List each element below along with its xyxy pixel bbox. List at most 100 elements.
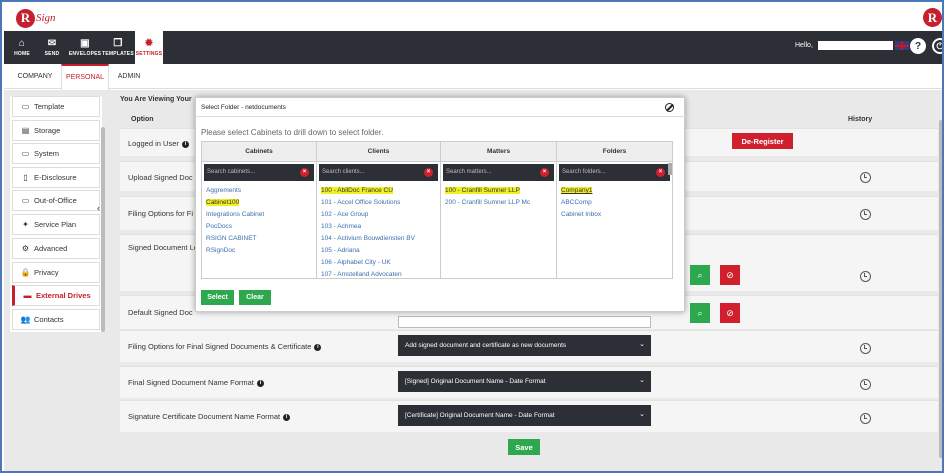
list-item-label: 107 - Amstelland Advocaten (321, 271, 402, 278)
nav-templates-label: TEMPLATES (102, 51, 134, 57)
list-item[interactable]: 104 - Activium Bouwdiensten BV (321, 233, 440, 245)
rsign-logo-right: R (923, 8, 942, 27)
history-icon[interactable] (860, 209, 871, 220)
modal-scrollbar[interactable] (668, 163, 672, 175)
list-item[interactable]: PocDocs (206, 221, 316, 233)
nav-home[interactable]: ⌂ HOME (10, 31, 34, 64)
de-register-button[interactable]: De-Register (732, 133, 793, 149)
filing-final-label: Filing Options for Final Signed Document… (128, 342, 312, 351)
info-icon[interactable]: i (256, 379, 264, 387)
column-search-input[interactable]: Search cabinets... × (204, 164, 314, 181)
calendar-icon: ▭ (21, 196, 30, 205)
sidebar-item-external-drives[interactable]: ▬ External Drives (12, 285, 100, 306)
list-item[interactable]: 200 - Cranfill Sumner LLP Mc (445, 197, 556, 209)
clear-search-icon[interactable]: × (540, 168, 549, 177)
history-icon[interactable] (860, 413, 871, 424)
sidebar-item-advanced[interactable]: ⚙ Advanced (12, 238, 100, 259)
tab-company[interactable]: COMPANY (12, 64, 58, 89)
history-icon[interactable] (860, 379, 871, 390)
list-item[interactable]: Cabinet100 (206, 197, 316, 209)
list-item[interactable]: Cabinet Inbox (561, 209, 672, 221)
list-item[interactable]: 105 - Adriana (321, 245, 440, 257)
list-item-label: 100 - AbilDoc France CU (321, 187, 393, 194)
history-icon[interactable] (860, 343, 871, 354)
clear-search-icon[interactable]: × (300, 168, 309, 177)
list-item[interactable]: 101 - Accel Office Solutions (321, 197, 440, 209)
search-placeholder: Search matters... (446, 169, 492, 175)
modal-divider (196, 116, 686, 117)
sidebar-item-privacy[interactable]: 🔒 Privacy (12, 262, 100, 283)
item-list: 100 - Cranfill Sumner LLP 200 - Cranfill … (441, 181, 556, 209)
document-icon: ▯ (23, 173, 28, 182)
clear-button[interactable]: Clear (239, 290, 271, 305)
list-item[interactable]: 107 - Amstelland Advocaten (321, 269, 440, 278)
collapse-sidebar-icon[interactable]: ‹ (97, 203, 100, 213)
search-placeholder: Search folders... (562, 169, 606, 175)
info-icon[interactable]: i (314, 343, 322, 351)
sidebar-item-label: Template (34, 102, 65, 111)
filing-final-select[interactable]: Add signed document and certificate as n… (398, 335, 651, 356)
row-cert-name: Signature Certificate Document Name Form… (120, 400, 938, 432)
select-folder-modal: Select Folder - netdocuments Please sele… (195, 97, 686, 312)
sidebar-scrollbar[interactable] (101, 127, 105, 332)
history-icon[interactable] (860, 172, 871, 183)
cert-name-select[interactable]: [Certificate] Original Document Name - D… (398, 405, 651, 426)
row-filing-final: Filing Options for Final Signed Document… (120, 330, 938, 362)
logged-in-label: Logged in User (128, 139, 179, 148)
sidebar-item-service-plan[interactable]: ✦ Service Plan (12, 214, 100, 235)
list-item[interactable]: Company1 (561, 185, 672, 197)
clear-search-icon[interactable]: × (424, 168, 433, 177)
main-scrollbar[interactable] (939, 120, 942, 458)
select-button[interactable]: Select (201, 290, 234, 305)
clear-search-icon[interactable]: × (656, 168, 665, 177)
power-icon[interactable]: ⏻ (932, 38, 942, 54)
nav-send[interactable]: ✉ SEND (40, 31, 64, 64)
clear-icon[interactable]: ⊘ (720, 265, 740, 285)
list-item[interactable]: 100 - Cranfill Sumner LLP (445, 185, 556, 197)
list-item[interactable]: 100 - AbilDoc France CU (321, 185, 440, 197)
nav-settings[interactable]: ✹ SETTINGS (135, 31, 163, 64)
list-item[interactable]: ABCComp (561, 197, 672, 209)
list-item-label: Integrations Cabinet (206, 211, 265, 218)
search-icon[interactable]: ⌕ (690, 265, 710, 285)
sidebar-item-storage[interactable]: ▤ Storage (12, 120, 100, 141)
close-icon[interactable] (665, 103, 674, 112)
col-option-header: Option (131, 116, 154, 123)
save-button[interactable]: Save (508, 439, 540, 455)
settings-tabs: COMPANY PERSONAL ADMIN (4, 64, 942, 90)
column-search-input[interactable]: Search matters... × (443, 164, 554, 181)
column-search-input[interactable]: Search folders... × (559, 164, 670, 181)
uk-flag-icon[interactable] (895, 41, 909, 50)
list-item[interactable]: 103 - Achmea (321, 221, 440, 233)
history-icon[interactable] (860, 271, 871, 282)
tab-personal[interactable]: PERSONAL (61, 64, 109, 90)
sidebar-item-contacts[interactable]: 👥 Contacts (12, 309, 100, 330)
templates-icon: ❐ (113, 38, 123, 49)
final-name-value: [Signed] Original Document Name - Date F… (405, 378, 546, 385)
list-item[interactable]: 102 - Ace Group (321, 209, 440, 221)
column-search-input[interactable]: Search clients... × (319, 164, 438, 181)
folder-path-input[interactable] (398, 316, 651, 328)
info-icon[interactable]: i (181, 140, 189, 148)
list-item[interactable]: RSignDoc (206, 245, 316, 257)
nav-templates[interactable]: ❐ TEMPLATES (102, 31, 134, 64)
sidebar-item-template[interactable]: ▭ Template (12, 96, 100, 117)
list-item[interactable]: 106 - Alphabet City - UK (321, 257, 440, 269)
help-icon[interactable]: ? (910, 38, 926, 54)
tab-admin[interactable]: ADMIN (111, 64, 147, 89)
info-icon[interactable]: i (283, 413, 291, 421)
clear-icon[interactable]: ⊘ (720, 303, 740, 323)
final-name-select[interactable]: [Signed] Original Document Name - Date F… (398, 371, 651, 392)
search-icon[interactable]: ⌕ (690, 303, 710, 323)
sidebar-item-system[interactable]: ▭ System (12, 143, 100, 164)
nav-envelopes[interactable]: ▣ ENVELOPES (68, 31, 102, 64)
drive-icon: ▬ (23, 291, 32, 300)
list-item[interactable]: RSIGN CABINET (206, 233, 316, 245)
sidebar-item-out-of-office[interactable]: ▭ Out-of-Office (12, 190, 100, 211)
list-item-label: 200 - Cranfill Sumner LLP Mc (445, 199, 531, 206)
list-item[interactable]: Integrations Cabinet (206, 209, 316, 221)
list-item[interactable]: Aggrements (206, 185, 316, 197)
sidebar-item-e-disclosure[interactable]: ▯ E-Disclosure (12, 167, 100, 188)
rsign-logo[interactable]: R Sign (16, 8, 56, 28)
final-name-label: Final Signed Document Name Format (128, 378, 254, 387)
